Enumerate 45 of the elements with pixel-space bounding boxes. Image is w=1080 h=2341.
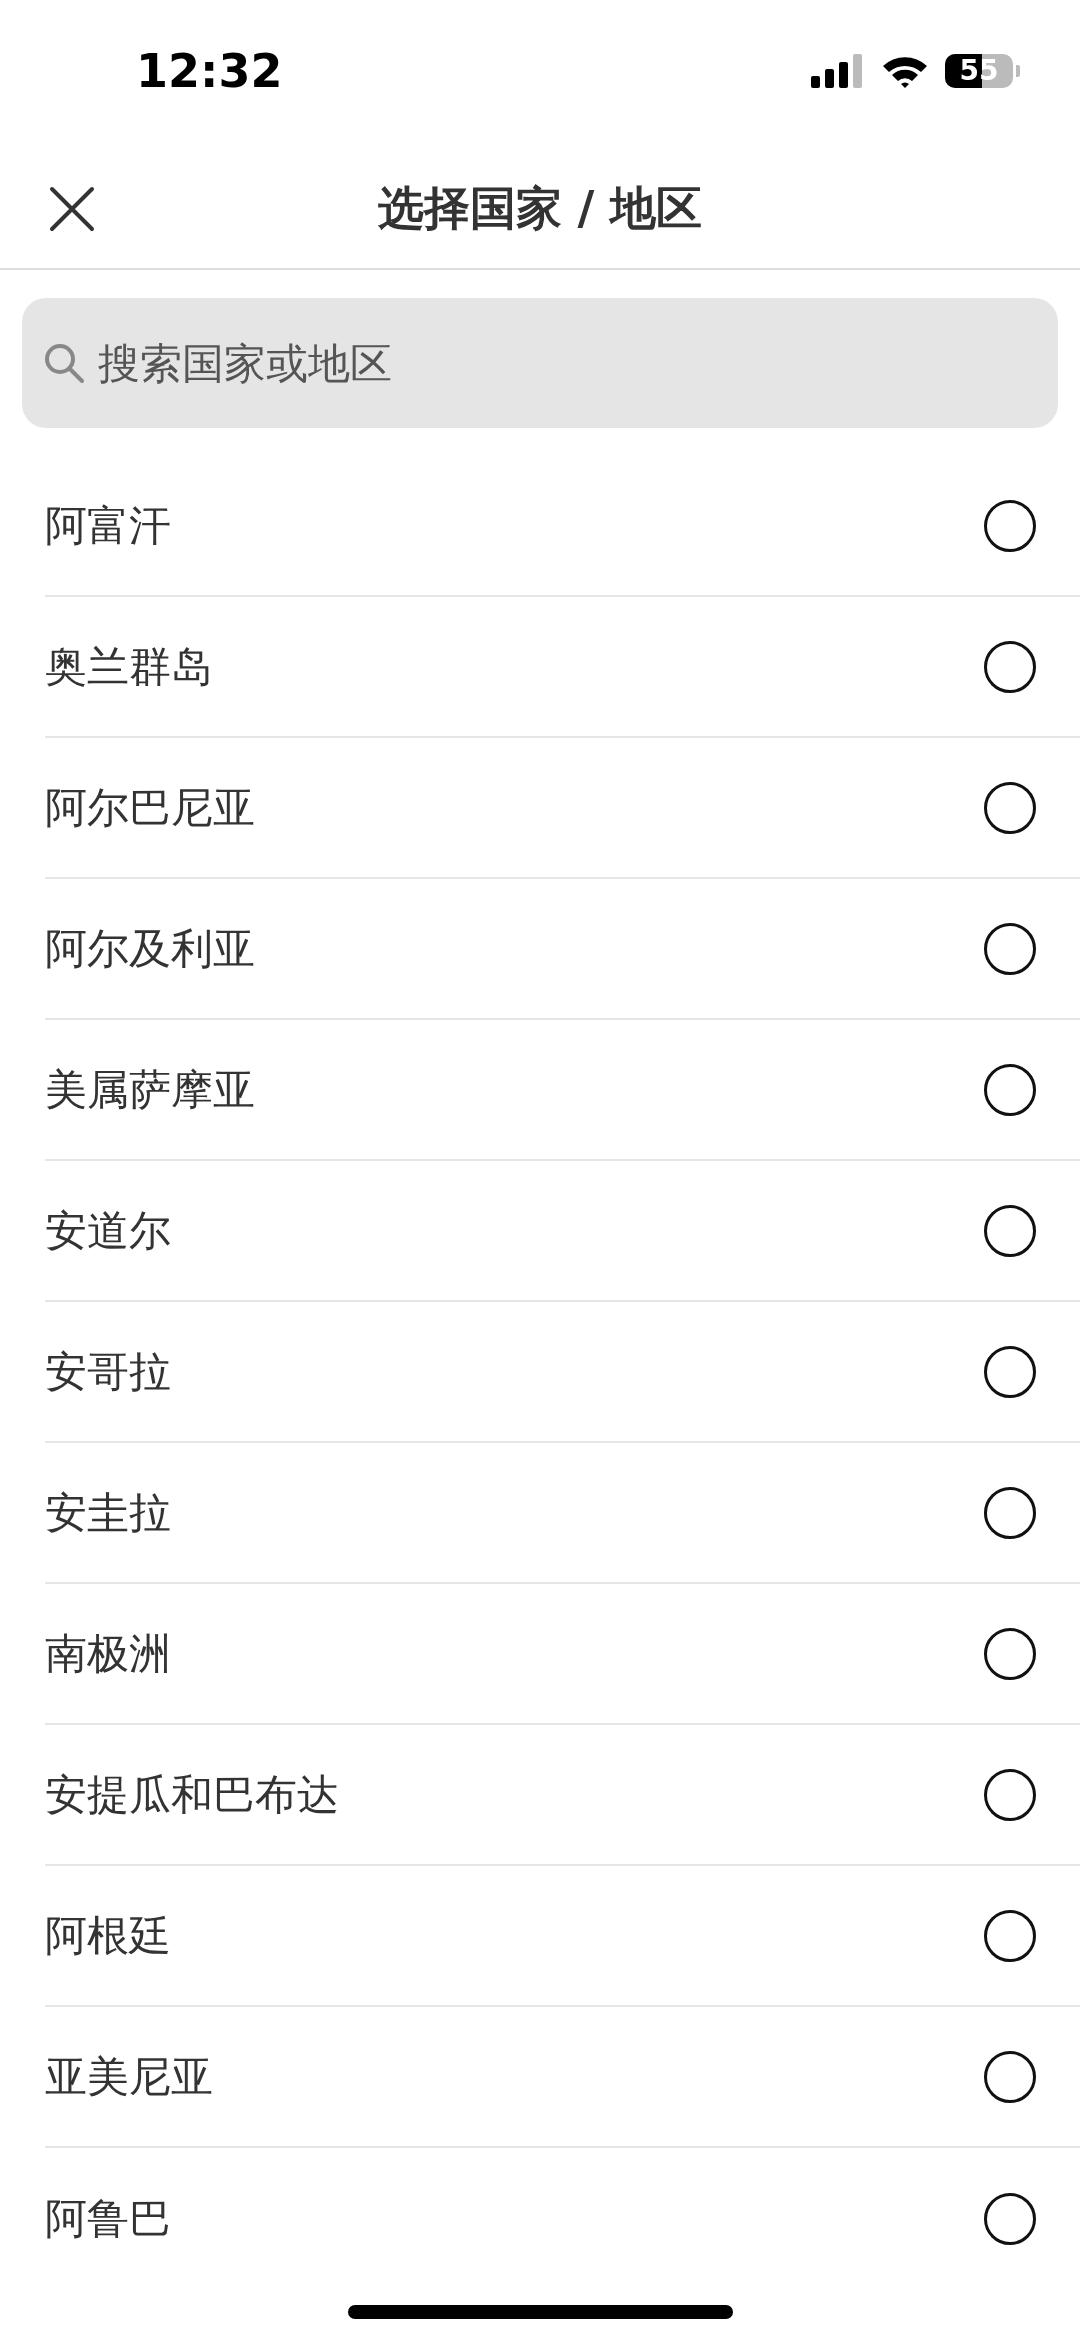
radio-button[interactable] bbox=[984, 1909, 1036, 1962]
country-item[interactable]: 南极洲 bbox=[45, 1584, 1080, 1725]
country-item[interactable]: 阿尔巴尼亚 bbox=[45, 738, 1080, 879]
radio-button[interactable] bbox=[984, 640, 1036, 693]
country-name: 南极洲 bbox=[45, 1627, 171, 1680]
country-name: 阿根廷 bbox=[45, 1909, 171, 1962]
country-item[interactable]: 安圭拉 bbox=[45, 1443, 1080, 1584]
country-name: 阿尔巴尼亚 bbox=[45, 781, 255, 834]
search-field[interactable]: 搜索国家或地区 bbox=[22, 298, 1058, 428]
country-item[interactable]: 安提瓜和巴布达 bbox=[45, 1725, 1080, 1866]
radio-button[interactable] bbox=[984, 1627, 1036, 1680]
country-item[interactable]: 阿鲁巴 bbox=[45, 2148, 1080, 2289]
page-title: 选择国家 / 地区 bbox=[377, 180, 703, 237]
country-item[interactable]: 奥兰群岛 bbox=[45, 597, 1080, 738]
country-name: 阿鲁巴 bbox=[45, 2192, 171, 2245]
country-item[interactable]: 阿根廷 bbox=[45, 1866, 1080, 2007]
wifi-icon bbox=[881, 54, 929, 88]
radio-button[interactable] bbox=[984, 1768, 1036, 1821]
country-name: 奥兰群岛 bbox=[45, 640, 213, 693]
radio-button[interactable] bbox=[984, 2050, 1036, 2103]
radio-button[interactable] bbox=[984, 1486, 1036, 1539]
country-item[interactable]: 安道尔 bbox=[45, 1161, 1080, 1302]
country-name: 美属萨摩亚 bbox=[45, 1063, 255, 1116]
country-name: 亚美尼亚 bbox=[45, 2050, 213, 2103]
radio-button[interactable] bbox=[984, 1345, 1036, 1398]
radio-button[interactable] bbox=[984, 2192, 1036, 2245]
country-name: 安道尔 bbox=[45, 1204, 171, 1257]
radio-button[interactable] bbox=[984, 922, 1036, 975]
status-time: 12:32 bbox=[136, 44, 283, 98]
country-name: 阿富汗 bbox=[45, 499, 171, 552]
country-name: 阿尔及利亚 bbox=[45, 922, 255, 975]
signal-icon bbox=[811, 54, 865, 88]
radio-button[interactable] bbox=[984, 781, 1036, 834]
radio-button[interactable] bbox=[984, 1063, 1036, 1116]
radio-button[interactable] bbox=[984, 1204, 1036, 1257]
close-button[interactable] bbox=[48, 185, 96, 233]
country-item[interactable]: 亚美尼亚 bbox=[45, 2007, 1080, 2148]
country-item[interactable]: 安哥拉 bbox=[45, 1302, 1080, 1443]
country-name: 安圭拉 bbox=[45, 1486, 171, 1539]
country-name: 安提瓜和巴布达 bbox=[45, 1768, 339, 1821]
country-item[interactable]: 阿富汗 bbox=[45, 456, 1080, 597]
country-item[interactable]: 美属萨摩亚 bbox=[45, 1020, 1080, 1161]
radio-button[interactable] bbox=[984, 499, 1036, 552]
country-name: 安哥拉 bbox=[45, 1345, 171, 1398]
country-item[interactable]: 阿尔及利亚 bbox=[45, 879, 1080, 1020]
